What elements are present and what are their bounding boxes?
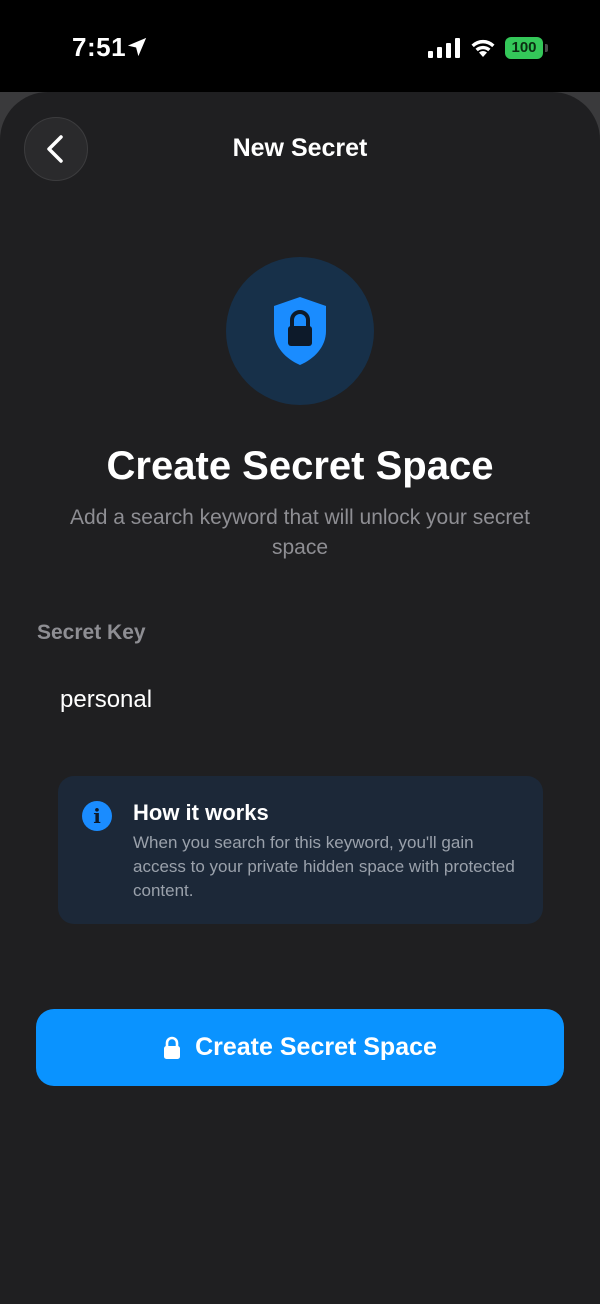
info-card-body: When you search for this keyword, you'll…: [133, 833, 515, 900]
status-bar: 7:51 100: [0, 0, 600, 92]
info-icon: i: [82, 801, 112, 831]
status-time: 7:51: [72, 32, 127, 62]
wifi-icon: [471, 39, 495, 57]
battery-icon: 100: [505, 37, 549, 59]
location-arrow-icon: [127, 37, 147, 57]
battery-cap: [545, 44, 548, 52]
secret-key-label: Secret Key: [37, 621, 146, 644]
cellular-signal-icon: [428, 38, 460, 58]
how-it-works-card: i How it works When you search for this …: [58, 776, 543, 924]
create-secret-space-button[interactable]: Create Secret Space: [36, 1009, 564, 1086]
lock-icon: [164, 1036, 181, 1059]
hero-icon-badge: [226, 257, 374, 405]
secret-key-input[interactable]: [60, 683, 540, 717]
nav-title: New Secret: [232, 134, 368, 162]
create-secret-space-label: Create Secret Space: [195, 1033, 437, 1061]
battery-level: 100: [505, 37, 543, 59]
shield-lock-icon: [274, 297, 326, 365]
page-heading: Create Secret Space: [106, 444, 494, 488]
info-card-title: How it works: [133, 800, 269, 825]
page-subheading: Add a search keyword that will unlock yo…: [70, 506, 530, 559]
